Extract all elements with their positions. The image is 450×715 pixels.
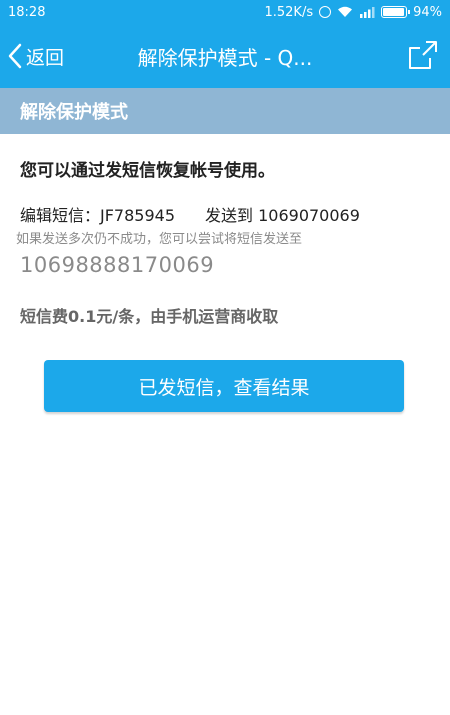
view-result-button[interactable]: 已发短信，查看结果 <box>44 360 404 412</box>
intro-text: 您可以通过发短信恢复帐号使用。 <box>20 161 275 181</box>
back-label: 返回 <box>26 46 65 69</box>
back-button[interactable]: 返回 <box>8 40 64 72</box>
fee-note: 短信费0.1元/条，由手机运营商收取 <box>20 307 279 326</box>
section-header: 解除保护模式 <box>0 88 450 134</box>
wifi-icon <box>337 6 353 18</box>
alternate-number: 10698888170069 <box>20 253 215 277</box>
battery-icon <box>381 6 411 18</box>
signal-icon <box>359 6 375 18</box>
page-title: 解除保护模式 - Q... <box>137 46 313 70</box>
network-speed: 1.52K/s <box>264 4 314 20</box>
retry-hint: 如果发送多次仍不成功，您可以尝试将短信发送至 <box>16 232 303 247</box>
section-title: 解除保护模式 <box>20 102 128 123</box>
share-icon <box>406 38 440 72</box>
sms-instruction: 编辑短信：JF785945 发送到 1069070069 <box>20 202 440 226</box>
status-indicators: 1.52K/s 94% <box>264 5 442 20</box>
sms-content-label: 编辑短信：JF785945 <box>20 206 176 225</box>
battery-percent: 94% <box>413 4 442 20</box>
chevron-left-icon <box>8 43 22 69</box>
alarm-icon <box>319 6 332 18</box>
title-bar: 返回 解除保护模式 - Q... <box>0 24 450 88</box>
share-button[interactable] <box>406 38 440 72</box>
status-bar: 18:28 1.52K/s 94% <box>0 0 450 24</box>
battery-fill <box>383 8 404 16</box>
status-time: 18:28 <box>8 4 46 20</box>
send-to-label: 发送到 1069070069 <box>205 206 360 225</box>
